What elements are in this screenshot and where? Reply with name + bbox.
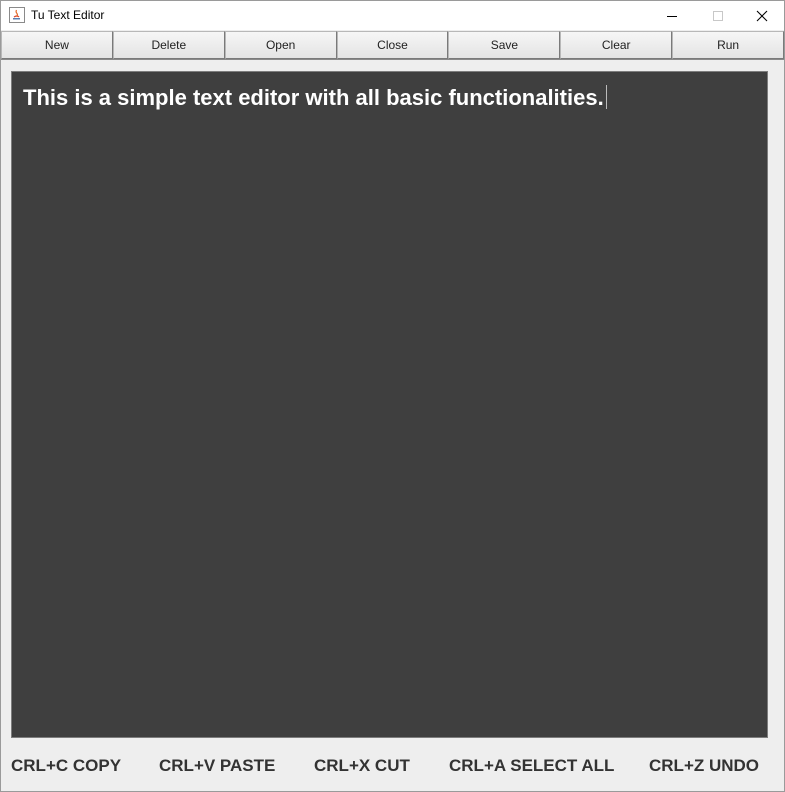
text-caret (605, 85, 607, 109)
shortcut-cut: CRL+X CUT (314, 756, 410, 775)
shortcut-paste: CRL+V PASTE (159, 756, 276, 775)
editor-text: This is a simple text editor with all ba… (23, 85, 604, 110)
maximize-button[interactable] (695, 1, 741, 30)
window-title: Tu Text Editor (31, 8, 105, 22)
title-bar[interactable]: Tu Text Editor (1, 1, 784, 30)
save-button[interactable]: Save (448, 31, 561, 59)
new-button[interactable]: New (1, 31, 113, 59)
toolbar: New Delete Open Close Save Clear Run (1, 31, 785, 60)
maximize-icon (713, 10, 723, 21)
minimize-button[interactable] (649, 1, 695, 30)
close-icon (756, 10, 768, 21)
open-button[interactable]: Open (224, 31, 337, 59)
editor-content[interactable]: This is a simple text editor with all ba… (23, 85, 607, 111)
minimize-icon (667, 15, 677, 17)
clear-button[interactable]: Clear (560, 31, 673, 59)
run-button[interactable]: Run (672, 31, 785, 59)
shortcut-select-all: CRL+A SELECT ALL (449, 756, 615, 775)
shortcut-hints: CRL+C COPY CRL+V PASTE CRL+X CUT CRL+A S… (11, 756, 771, 778)
close-button[interactable]: Close (336, 31, 449, 59)
close-window-button[interactable] (739, 1, 785, 30)
java-app-icon (9, 7, 25, 23)
shortcut-copy: CRL+C COPY (11, 756, 122, 775)
delete-button[interactable]: Delete (112, 31, 225, 59)
shortcut-undo: CRL+Z UNDO (649, 756, 760, 775)
text-editor-area[interactable]: This is a simple text editor with all ba… (11, 71, 768, 738)
